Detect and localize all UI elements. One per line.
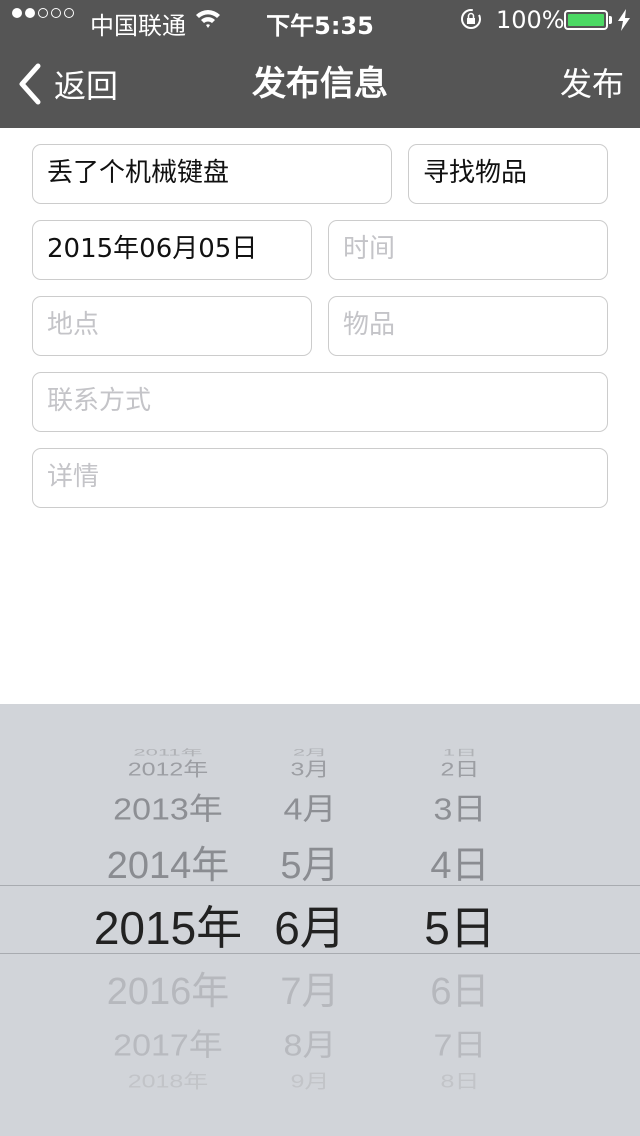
- details-field[interactable]: 详情: [32, 448, 608, 508]
- item-field[interactable]: 物品: [328, 296, 608, 356]
- picker-month-item: 9月: [290, 1071, 330, 1092]
- picker-month-item: 4月: [283, 792, 337, 827]
- time-field[interactable]: 时间: [328, 220, 608, 280]
- picker-month-item: 7月: [280, 971, 340, 1013]
- picker-month-item: 3月: [290, 759, 330, 780]
- contact-field[interactable]: 联系方式: [32, 372, 608, 432]
- picker-day-item: 8日: [440, 1071, 480, 1092]
- battery-icon: [564, 10, 608, 30]
- selected-day: 5日: [424, 902, 496, 954]
- picker-year-item: 2016年: [106, 971, 230, 1013]
- picker-year-item: 2013年: [113, 792, 223, 827]
- page-title: 发布信息: [252, 64, 388, 104]
- picker-year-item: 2012年: [127, 759, 209, 780]
- date-picker[interactable]: 2011年 2012年 2013年 2014年 2015年 2016年 2017…: [0, 704, 640, 1136]
- picker-year-item: 2014年: [106, 845, 230, 887]
- month-wheel[interactable]: 2月 3月 4月 5月 6月 7月 8月 9月: [250, 704, 370, 1136]
- picker-year-item: 2018年: [127, 1071, 209, 1092]
- picker-year-item: 2017年: [113, 1028, 223, 1063]
- rotation-lock-icon: [461, 9, 481, 29]
- picker-day-item: 4日: [430, 845, 490, 887]
- picker-day-item: 7日: [433, 1028, 487, 1063]
- battery-tip: [609, 16, 612, 24]
- location-field[interactable]: 地点: [32, 296, 312, 356]
- title-field[interactable]: 丢了个机械键盘: [32, 144, 392, 204]
- publish-button[interactable]: 发布: [560, 62, 624, 106]
- selected-year: 2015年: [93, 902, 243, 954]
- category-field[interactable]: 寻找物品: [408, 144, 608, 204]
- day-wheel[interactable]: 1日 2日 3日 4日 5日 6日 7日 8日: [390, 704, 530, 1136]
- picker-day-item: 6日: [430, 971, 490, 1013]
- battery-percentage: 100%: [496, 6, 565, 34]
- picker-month-item: 5月: [280, 845, 340, 887]
- picker-day-item: 3日: [433, 792, 487, 827]
- picker-day-item: 2日: [440, 759, 480, 780]
- status-bar: 中国联通 下午5:35 100%: [0, 0, 640, 40]
- picker-month-item: 8月: [283, 1028, 337, 1063]
- year-wheel[interactable]: 2011年 2012年 2013年 2014年 2015年 2016年 2017…: [68, 704, 268, 1136]
- selected-month: 6月: [274, 902, 346, 954]
- date-field[interactable]: 2015年06月05日: [32, 220, 312, 280]
- navigation-bar: 返回 发布信息 发布: [0, 40, 640, 128]
- charging-bolt-icon: [618, 9, 630, 31]
